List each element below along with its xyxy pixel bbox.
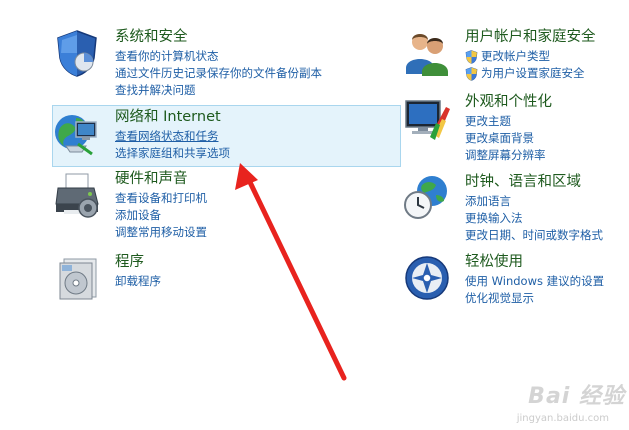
link-change-input-method[interactable]: 更换输入法 xyxy=(465,210,603,227)
printer-icon xyxy=(52,170,102,220)
link-add-language[interactable]: 添加语言 xyxy=(465,193,603,210)
link-view-computer-status[interactable]: 查看你的计算机状态 xyxy=(115,48,322,65)
category-title[interactable]: 时钟、语言和区域 xyxy=(465,173,603,191)
ease-of-access-icon xyxy=(402,253,452,303)
category-title[interactable]: 轻松使用 xyxy=(465,253,604,271)
link-mobility-settings[interactable]: 调整常用移动设置 xyxy=(115,224,207,241)
link-change-theme[interactable]: 更改主题 xyxy=(465,113,552,130)
link-change-account-type[interactable]: 更改帐户类型 xyxy=(465,48,596,65)
network-globe-icon xyxy=(52,108,102,158)
globe-clock-icon xyxy=(402,173,452,223)
link-recommended-settings[interactable]: 使用 Windows 建议的设置 xyxy=(465,273,604,290)
category-title[interactable]: 网络和 Internet xyxy=(115,108,230,126)
link-change-desktop-background[interactable]: 更改桌面背景 xyxy=(465,130,552,147)
uac-shield-icon xyxy=(465,49,478,64)
link-add-device[interactable]: 添加设备 xyxy=(115,207,207,224)
link-devices-printers[interactable]: 查看设备和打印机 xyxy=(115,190,207,207)
monitor-paint-icon xyxy=(402,93,452,143)
link-change-date-time-format[interactable]: 更改日期、时间或数字格式 xyxy=(465,227,603,244)
watermark-logo: Bai 经验 xyxy=(528,384,625,409)
link-label[interactable]: 更改帐户类型 xyxy=(481,48,550,65)
link-label[interactable]: 为用户设置家庭安全 xyxy=(481,65,585,82)
programs-icon xyxy=(52,253,102,303)
category-title[interactable]: 用户帐户和家庭安全 xyxy=(465,28,596,46)
link-homegroup-sharing[interactable]: 选择家庭组和共享选项 xyxy=(115,145,230,162)
watermark-url: jingyan.baidu.com xyxy=(516,413,609,424)
link-adjust-resolution[interactable]: 调整屏幕分辨率 xyxy=(465,147,552,164)
link-file-history-backup[interactable]: 通过文件历史记录保存你的文件备份副本 xyxy=(115,65,322,82)
link-uninstall-program[interactable]: 卸载程序 xyxy=(115,273,161,290)
category-title[interactable]: 程序 xyxy=(115,253,161,271)
link-optimize-visual-display[interactable]: 优化视觉显示 xyxy=(465,290,604,307)
link-family-safety[interactable]: 为用户设置家庭安全 xyxy=(465,65,596,82)
link-troubleshoot[interactable]: 查找并解决问题 xyxy=(115,82,322,99)
users-icon xyxy=(402,28,452,78)
category-title[interactable]: 外观和个性化 xyxy=(465,93,552,111)
category-title[interactable]: 系统和安全 xyxy=(115,28,322,46)
link-view-network-status[interactable]: 查看网络状态和任务 xyxy=(115,128,230,145)
category-title[interactable]: 硬件和声音 xyxy=(115,170,207,188)
shield-icon xyxy=(52,28,102,78)
uac-shield-icon xyxy=(465,66,478,81)
